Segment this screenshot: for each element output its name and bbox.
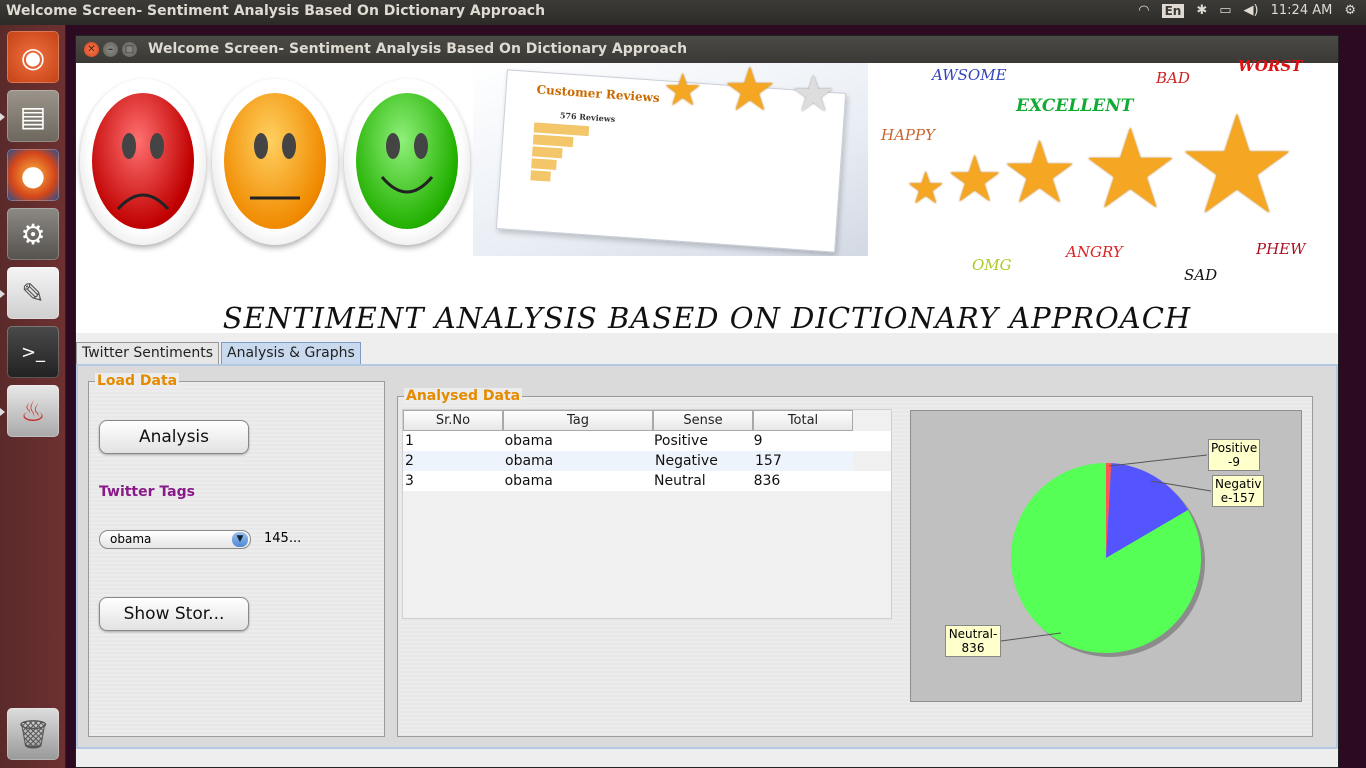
battery-icon[interactable]: ▭ xyxy=(1219,3,1231,18)
table-row[interactable]: 3 obama Neutral 836 xyxy=(403,471,891,491)
banner: Customer Reviews 576 Reviews ★ ★ ★ ★ ★ ★… xyxy=(76,57,1338,335)
neutral-face-icon xyxy=(212,79,338,245)
trash-icon[interactable]: 🗑 xyxy=(7,708,59,760)
firefox-icon[interactable]: ● xyxy=(7,149,59,201)
analysis-tab-panel: Load Data Analysis Twitter Tags obama ▼ … xyxy=(76,364,1338,749)
table-row[interactable]: 2 obama Negative 157 xyxy=(403,451,853,471)
customer-reviews-image: Customer Reviews 576 Reviews ★ ★ ★ xyxy=(473,63,868,256)
analysed-data-group: Analysed Data Sr.No Tag Sense Total 1 ob… xyxy=(397,388,1313,737)
sad-face-icon xyxy=(80,79,206,245)
files-icon[interactable]: ▤ xyxy=(7,90,59,142)
pie-label-negative: Negativ e-157 xyxy=(1212,475,1264,507)
system-settings-icon[interactable]: ⚙ xyxy=(7,208,59,260)
load-data-legend: Load Data xyxy=(95,373,180,389)
window-title: Welcome Screen- Sentiment Analysis Based… xyxy=(148,41,688,57)
clock[interactable]: 11:24 AM xyxy=(1271,3,1333,18)
analysed-data-legend: Analysed Data xyxy=(404,388,523,404)
minimize-button[interactable]: – xyxy=(103,42,118,57)
selected-tag: obama xyxy=(110,532,152,546)
table-header: Sr.No Tag Sense Total xyxy=(403,410,891,431)
chevron-down-icon[interactable]: ▼ xyxy=(232,532,248,547)
system-tray: ◠ En ✱ ▭ ◀) 11:24 AM ⚙ xyxy=(1138,3,1356,18)
table-row[interactable]: 1 obama Positive 9 xyxy=(403,431,891,451)
happy-face-icon xyxy=(344,79,470,245)
wifi-icon[interactable]: ◠ xyxy=(1138,3,1149,18)
close-button[interactable]: ✕ xyxy=(84,42,99,57)
analysed-data-table[interactable]: Sr.No Tag Sense Total 1 obama Positive 9… xyxy=(402,409,892,619)
tab-analysis-graphs[interactable]: Analysis & Graphs xyxy=(221,342,361,364)
column-header-srno[interactable]: Sr.No xyxy=(403,410,503,431)
active-window-title: Welcome Screen- Sentiment Analysis Based… xyxy=(6,3,546,19)
app-window: ✕ – □ Welcome Screen- Sentiment Analysis… xyxy=(75,35,1339,768)
ubuntu-dash-icon[interactable]: ◉ xyxy=(7,31,59,83)
launcher: ◉ ▤ ● ⚙ ✎ >_ ♨ 🗑 xyxy=(0,25,66,768)
volume-icon[interactable]: ◀) xyxy=(1244,3,1259,18)
column-header-sense[interactable]: Sense xyxy=(653,410,753,431)
column-header-total[interactable]: Total xyxy=(753,410,853,431)
tab-twitter-sentiments[interactable]: Twitter Sentiments xyxy=(76,342,220,364)
show-stories-button[interactable]: Show Stor... xyxy=(99,597,249,631)
window-titlebar[interactable]: ✕ – □ Welcome Screen- Sentiment Analysis… xyxy=(76,36,1338,63)
rating-stars-image: ★ ★ ★ ★ ★ xyxy=(906,87,1298,245)
load-data-group: Load Data Analysis Twitter Tags obama ▼ … xyxy=(88,373,385,737)
tag-count: 145... xyxy=(264,531,302,546)
sentiment-pie-chart: Positive -9 Negativ e-157 Neutral- 836 xyxy=(910,410,1302,702)
maximize-button[interactable]: □ xyxy=(122,42,137,57)
terminal-icon[interactable]: >_ xyxy=(7,326,59,378)
twitter-tags-select[interactable]: obama ▼ xyxy=(99,530,251,549)
twitter-tags-label: Twitter Tags xyxy=(99,484,195,500)
keyboard-language-indicator[interactable]: En xyxy=(1161,3,1185,18)
bluetooth-icon[interactable]: ✱ xyxy=(1196,3,1207,18)
column-header-tag[interactable]: Tag xyxy=(503,410,653,431)
gear-icon[interactable]: ⚙ xyxy=(1344,3,1356,18)
top-panel: Welcome Screen- Sentiment Analysis Based… xyxy=(0,0,1366,25)
java-icon[interactable]: ♨ xyxy=(7,385,59,437)
text-editor-icon[interactable]: ✎ xyxy=(7,267,59,319)
tab-bar: Twitter Sentiments Analysis & Graphs xyxy=(76,342,363,364)
pie-label-neutral: Neutral- 836 xyxy=(945,625,1001,657)
pie-label-positive: Positive -9 xyxy=(1208,439,1260,471)
banner-title: SENTIMENT ANALYSIS BASED ON DICTIONARY A… xyxy=(222,301,1192,335)
analysis-button[interactable]: Analysis xyxy=(99,420,249,454)
